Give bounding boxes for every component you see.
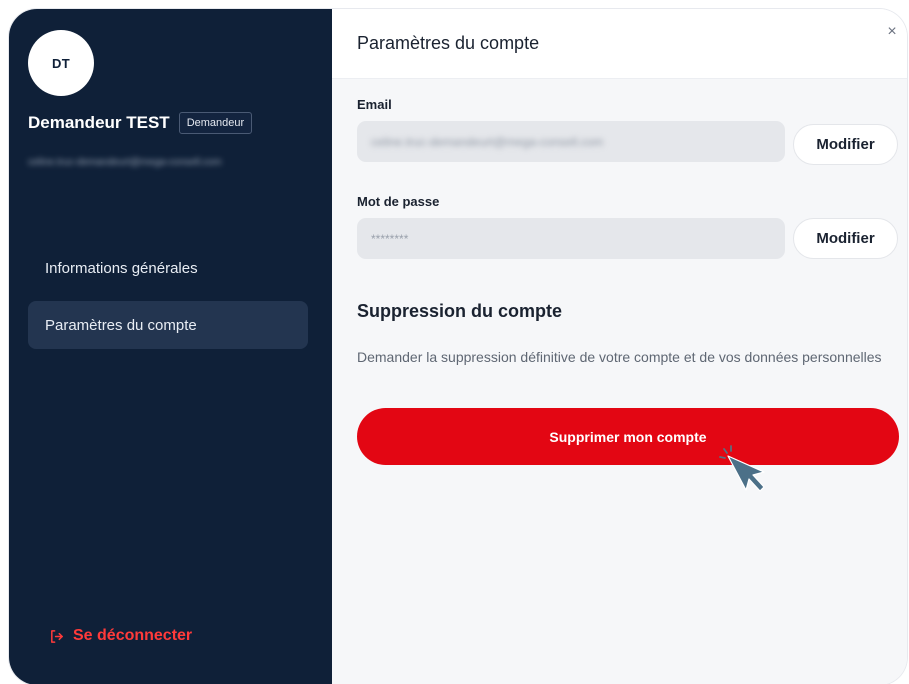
logout-button[interactable]: Se déconnecter	[49, 627, 192, 645]
modify-email-button[interactable]: Modifier	[793, 124, 898, 165]
page-title: Paramètres du compte	[357, 33, 540, 53]
sidebar-item-label: Paramètres du compte	[45, 316, 197, 334]
sidebar-item-label: Informations générales	[45, 259, 198, 277]
logout-arrow-icon	[49, 629, 64, 644]
modify-password-button[interactable]: Modifier	[793, 218, 898, 259]
delete-account-button[interactable]: Supprimer mon compte	[357, 408, 899, 465]
email-label: Email	[357, 97, 392, 112]
role-badge: Demandeur	[178, 112, 253, 134]
user-email: celine.truc-demandeurt@mega-consell.com	[28, 157, 222, 168]
deletion-description: Demander la suppression définitive de vo…	[357, 349, 882, 365]
avatar: DT	[28, 30, 94, 96]
close-button[interactable]: ×	[883, 23, 901, 41]
sidebar-item-general-info[interactable]: Informations générales	[28, 244, 308, 292]
password-value: ********	[371, 231, 409, 246]
sidebar-item-account-settings[interactable]: Paramètres du compte	[28, 301, 308, 349]
user-name: Demandeur TEST	[28, 113, 170, 132]
deletion-section-title: Suppression du compte	[357, 301, 563, 321]
account-modal: DT Demandeur TEST Demandeur celine.truc-…	[9, 9, 907, 684]
sidebar: DT Demandeur TEST Demandeur celine.truc-…	[9, 9, 332, 684]
email-field[interactable]: celine.truc-demandeurt@mega-consell.com	[357, 121, 785, 162]
password-label: Mot de passe	[357, 194, 440, 209]
password-field[interactable]: ********	[357, 218, 785, 259]
main-panel: Paramètres du compte × Email celine.truc…	[332, 9, 907, 684]
user-info: Demandeur TEST Demandeur	[28, 112, 253, 134]
logout-label: Se déconnecter	[73, 627, 193, 644]
email-value: celine.truc-demandeurt@mega-consell.com	[371, 134, 604, 149]
close-icon: ×	[887, 23, 897, 40]
panel-header: Paramètres du compte ×	[332, 9, 907, 79]
